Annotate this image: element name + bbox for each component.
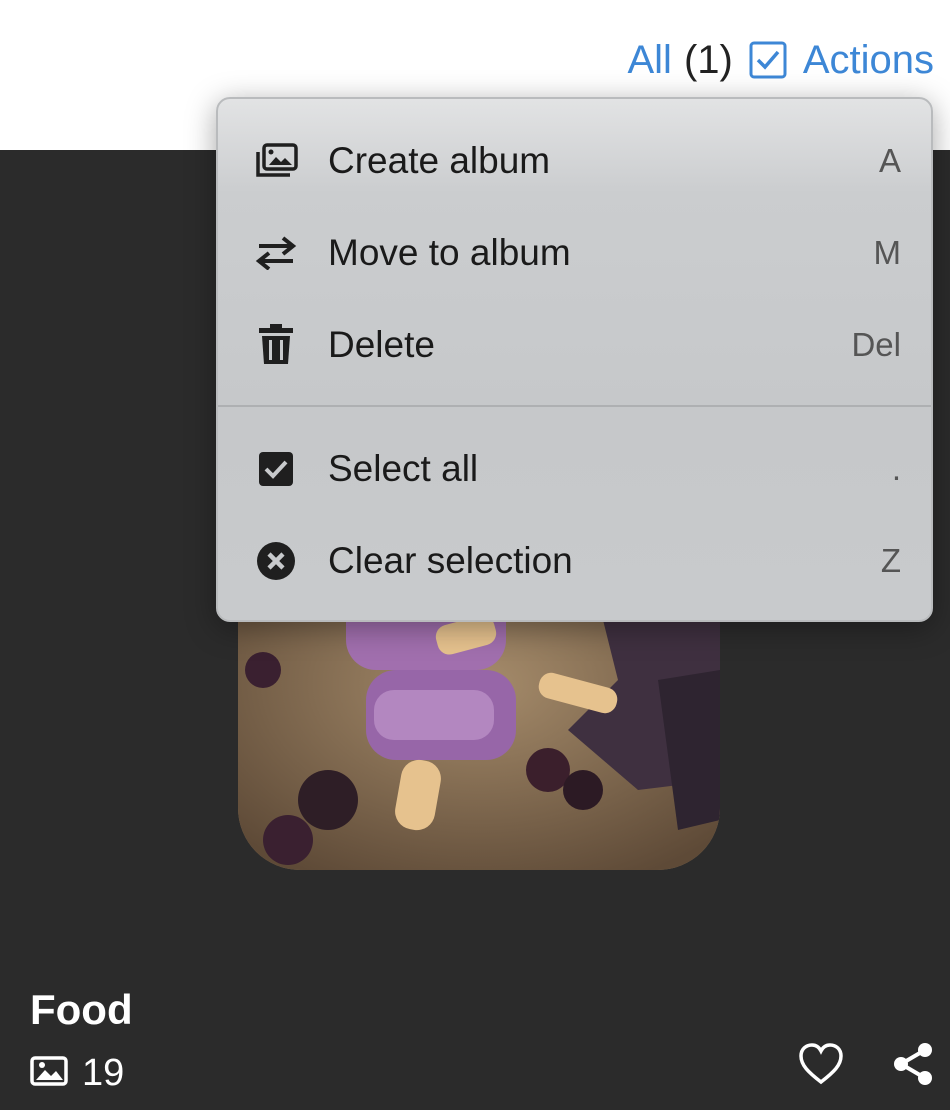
menu-divider: [218, 405, 931, 407]
selected-count: (1): [683, 38, 733, 82]
actions-link[interactable]: Actions: [803, 36, 934, 84]
actions-menu: Create album A Move to album M Delete De…: [216, 97, 933, 622]
menu-item-shortcut: Del: [851, 326, 901, 363]
menu-item-shortcut: .: [891, 450, 901, 487]
create-album-icon: [254, 139, 298, 183]
trash-icon: [254, 323, 298, 367]
menu-item-create-album[interactable]: Create album A: [218, 115, 931, 207]
menu-item-label: Delete: [328, 324, 435, 365]
menu-item-label: Clear selection: [328, 540, 573, 581]
album-title[interactable]: Food: [30, 986, 133, 1034]
album-photo-count: 19: [30, 1052, 124, 1095]
move-arrows-icon: [254, 231, 298, 275]
share-icon[interactable]: [892, 1042, 934, 1086]
image-icon: [30, 1056, 68, 1091]
menu-item-shortcut: Z: [880, 542, 901, 579]
menu-item-select-all[interactable]: Select all .: [218, 423, 931, 515]
all-link[interactable]: All: [627, 36, 671, 84]
selection-toolbar: All (1) Actions: [627, 36, 934, 84]
close-circle-icon: [254, 539, 298, 583]
menu-item-move-to-album[interactable]: Move to album M: [218, 207, 931, 299]
checkbox-icon[interactable]: [749, 41, 787, 79]
menu-item-shortcut: M: [873, 234, 902, 271]
checkbox-checked-icon: [254, 447, 298, 491]
menu-item-label: Move to album: [328, 232, 571, 273]
favorite-heart-icon[interactable]: [798, 1042, 844, 1086]
menu-item-shortcut: A: [878, 142, 901, 179]
menu-item-clear-selection[interactable]: Clear selection Z: [218, 515, 931, 607]
menu-item-label: Create album: [328, 140, 551, 181]
menu-item-label: Select all: [328, 448, 479, 489]
photo-count: 19: [82, 1052, 125, 1094]
menu-item-delete[interactable]: Delete Del: [218, 299, 931, 391]
